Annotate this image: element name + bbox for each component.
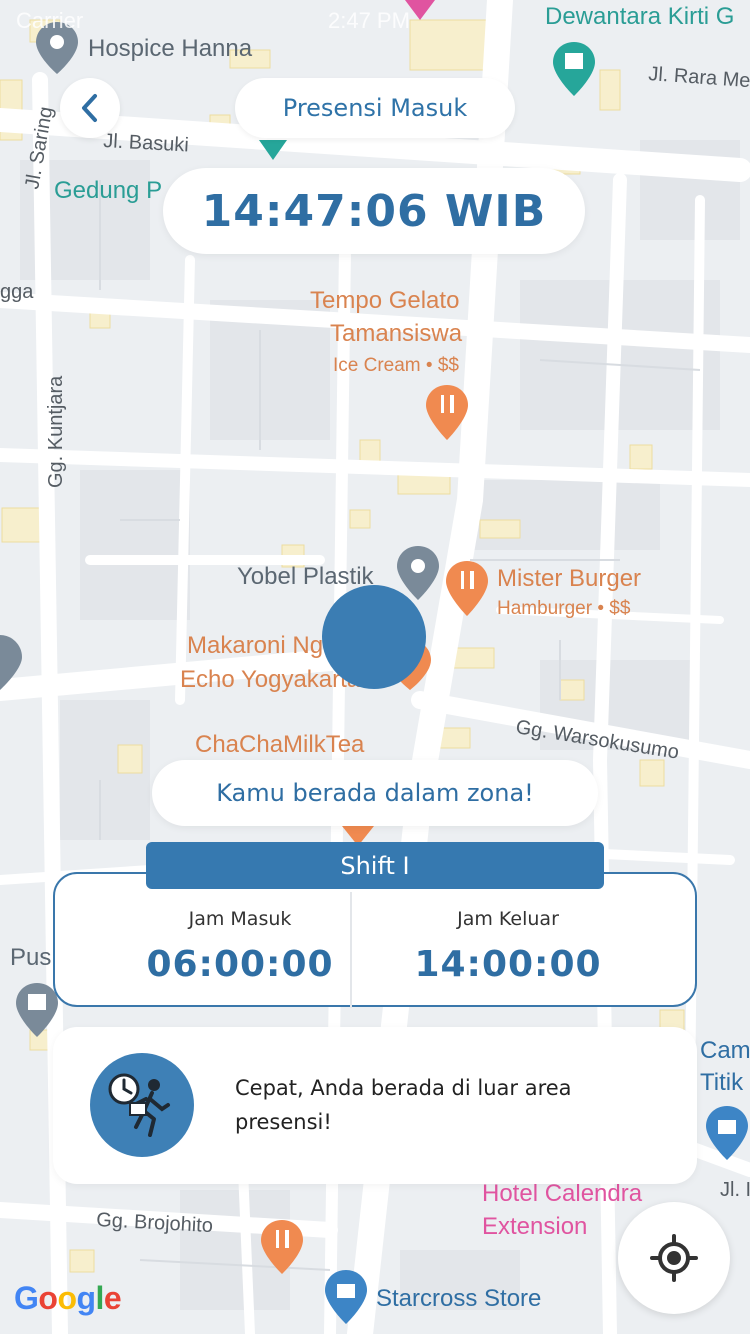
current-time-display: 14:47:06 WIB <box>163 168 585 254</box>
poi-mister-label: Mister Burger <box>497 565 641 592</box>
clock-running-person-icon <box>90 1053 194 1157</box>
google-logo: Google <box>14 1280 122 1317</box>
warning-text: Cepat, Anda berada di luar area presensi… <box>235 1076 572 1134</box>
poi-cam-label: Cam <box>700 1037 750 1064</box>
street-label: Jl. I <box>720 1179 750 1201</box>
jam-keluar-label: Jam Keluar <box>457 908 559 930</box>
poi-hotel-label-2: Extension <box>482 1213 587 1240</box>
poi-tempo-label: Tempo Gelato <box>310 287 459 314</box>
street-label: Gg. Kuntjara <box>45 375 67 488</box>
poi-mister-sub: Hamburger • $$ <box>497 598 631 619</box>
user-location-marker <box>322 585 426 689</box>
back-button[interactable] <box>60 78 120 138</box>
poi-gedung-label: Gedung P <box>54 177 162 204</box>
google-logo-letter: g <box>76 1280 96 1316</box>
google-logo-letter: e <box>103 1280 122 1316</box>
poi-titik-label: Titik <box>700 1069 744 1096</box>
jam-keluar-section: Jam Keluar 14:00:00 <box>363 908 653 985</box>
street-label: gga <box>0 281 34 303</box>
chevron-left-icon <box>82 94 97 122</box>
poi-yobel-label: Yobel Plastik <box>237 563 375 590</box>
poi-tempo-label-2: Tamansiswa <box>330 320 463 347</box>
poi-hotel-label: Hotel Calendra <box>482 1180 643 1207</box>
google-logo-letter: o <box>57 1280 77 1316</box>
jam-masuk-label: Jam Masuk <box>188 908 292 930</box>
status-bar: Carrier 2:47 PM <box>0 0 750 40</box>
google-logo-letter: o <box>38 1280 58 1316</box>
google-logo-letter: G <box>14 1280 39 1316</box>
page-title: Presensi Masuk <box>235 78 515 138</box>
poi-pus-label: Pus <box>10 944 51 971</box>
shift-name-header: Shift I <box>146 842 604 889</box>
carrier-label: Carrier <box>16 8 84 33</box>
location-warning-card: Cepat, Anda berada di luar area presensi… <box>53 1027 697 1184</box>
zone-status-badge: Kamu berada dalam zona! <box>152 760 598 826</box>
jam-masuk-section: Jam Masuk 06:00:00 <box>95 908 385 985</box>
shift-card: Jam Masuk 06:00:00 Jam Keluar 14:00:00 <box>53 872 697 1008</box>
status-time: 2:47 PM <box>328 8 410 33</box>
jam-masuk-value: 06:00:00 <box>146 944 334 985</box>
street-label: Jl. Basuki <box>103 130 190 156</box>
jam-keluar-value: 14:00:00 <box>414 944 602 985</box>
poi-chacha-label: ChaChaMilkTea <box>195 731 365 758</box>
poi-makaroni-label: Makaroni Ng <box>187 632 323 659</box>
google-logo-letter: l <box>95 1280 105 1316</box>
my-location-icon <box>650 1234 698 1282</box>
poi-tempo-sub: Ice Cream • $$ <box>333 355 459 376</box>
poi-starcross-label: Starcross Store <box>376 1285 541 1312</box>
my-location-button[interactable] <box>618 1202 730 1314</box>
